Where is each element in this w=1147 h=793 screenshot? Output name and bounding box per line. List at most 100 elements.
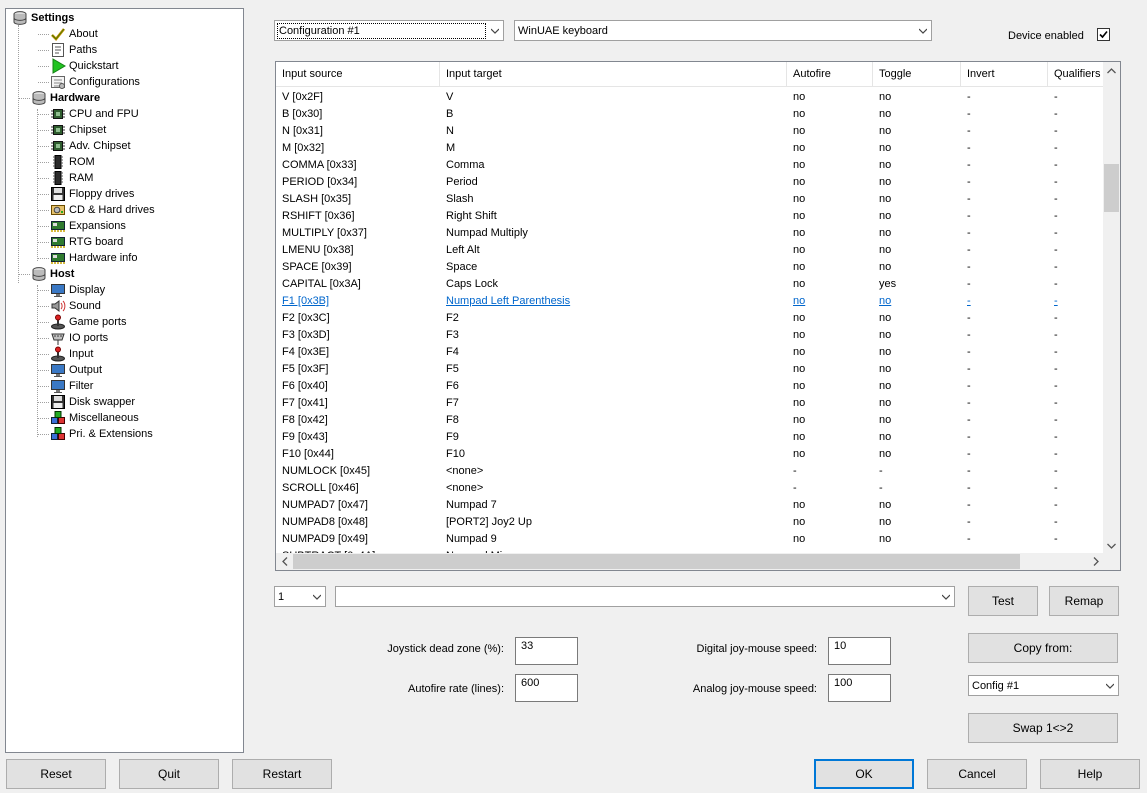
device-enabled-checkbox[interactable]: [1097, 28, 1110, 41]
table-cell-toggle: no: [879, 346, 892, 358]
settings-tree[interactable]: Settings About Paths Quickstart Configuratio…: [5, 8, 244, 753]
slot-select[interactable]: 1: [274, 586, 326, 607]
table-row[interactable]: F10 [0x44] F10 no no - -: [276, 446, 1104, 463]
tree-item-about[interactable]: About: [50, 26, 98, 42]
column-header-autofire[interactable]: Autofire: [787, 62, 873, 87]
tree-item-output[interactable]: Output: [50, 362, 102, 378]
restart-button[interactable]: Restart: [232, 759, 332, 789]
input-mapping-list[interactable]: Input source Input target Autofire Toggle In…: [275, 61, 1121, 571]
configuration-select[interactable]: Configuration #1: [274, 20, 504, 41]
vertical-scrollbar[interactable]: [1103, 62, 1120, 554]
table-row[interactable]: MULTIPLY [0x37] Numpad Multiply no no - -: [276, 225, 1104, 242]
autofire-rate-input[interactable]: 600: [515, 674, 578, 702]
table-row[interactable]: F2 [0x3C] F2 no no - -: [276, 310, 1104, 327]
table-cell-input-target: <none>: [446, 465, 484, 477]
tree-item-rtg-board[interactable]: RTG board: [50, 234, 123, 250]
scroll-down-icon[interactable]: [1103, 537, 1120, 554]
tree-item-io-ports[interactable]: IO ports: [50, 330, 108, 346]
column-header-qualifiers[interactable]: Qualifiers: [1048, 62, 1108, 87]
cancel-button[interactable]: Cancel: [927, 759, 1027, 789]
table-row[interactable]: RSHIFT [0x36] Right Shift no no - -: [276, 208, 1104, 225]
tree-item-adv-chipset[interactable]: Adv. Chipset: [50, 138, 131, 154]
tree-item-display[interactable]: Display: [50, 282, 105, 298]
tree-item-filter[interactable]: Filter: [50, 378, 93, 394]
tree-item-sound[interactable]: Sound: [50, 298, 101, 314]
tree-item-disk-swapper[interactable]: Disk swapper: [50, 394, 135, 410]
reset-button[interactable]: Reset: [6, 759, 106, 789]
swap-ports-button[interactable]: Swap 1<>2: [968, 713, 1118, 743]
tree-item-rom[interactable]: ROM: [50, 154, 95, 170]
scroll-left-icon[interactable]: [276, 553, 293, 570]
copy-from-select[interactable]: Config #1: [968, 675, 1119, 696]
table-row[interactable]: CAPITAL [0x3A] Caps Lock no yes - -: [276, 276, 1104, 293]
table-row[interactable]: F6 [0x40] F6 no no - -: [276, 378, 1104, 395]
table-row[interactable]: B [0x30] Bno no - -: [276, 106, 1104, 123]
test-button[interactable]: Test: [968, 586, 1038, 616]
tree-item-label: IO ports: [69, 332, 109, 344]
scroll-right-icon[interactable]: [1087, 553, 1104, 570]
event-select[interactable]: [335, 586, 955, 607]
table-cell-toggle: no: [879, 125, 892, 137]
column-header-input-target[interactable]: Input target: [440, 62, 787, 87]
table-row[interactable]: SCROLL [0x46] <none> - - - -: [276, 480, 1104, 497]
digital-joy-mouse-speed-input[interactable]: 10: [828, 637, 891, 665]
column-header-toggle[interactable]: Toggle: [873, 62, 961, 87]
table-row[interactable]: F1 [0x3B] Numpad Left Parenthesis no no - -: [276, 293, 1104, 310]
table-row[interactable]: V [0x2F] Vno no - -: [276, 89, 1104, 106]
table-cell-toggle: no: [879, 329, 892, 341]
analog-joy-mouse-speed-input[interactable]: 100: [828, 674, 891, 702]
tree-item-cd-hard-drives[interactable]: CD & Hard drives: [50, 202, 155, 218]
copy-from-button[interactable]: Copy from:: [968, 633, 1118, 663]
tree-item-hardware[interactable]: Hardware: [31, 90, 100, 106]
ok-button[interactable]: OK: [814, 759, 914, 789]
table-row[interactable]: F4 [0x3E] F4 no no - -: [276, 344, 1104, 361]
table-row[interactable]: M [0x32] Mno no - -: [276, 140, 1104, 157]
column-header-invert[interactable]: Invert: [961, 62, 1048, 87]
vertical-scroll-thumb[interactable]: [1104, 164, 1119, 212]
harddrive-icon: [50, 202, 66, 218]
table-row[interactable]: LMENU [0x38] Left Alt no no - -: [276, 242, 1104, 259]
expansion-card-icon: [50, 234, 66, 250]
joystick-dead-zone-input[interactable]: 33: [515, 637, 578, 665]
horizontal-scrollbar[interactable]: [276, 553, 1104, 570]
table-cell-toggle: no: [879, 499, 892, 511]
tree-item-paths[interactable]: Paths: [50, 42, 97, 58]
tree-item-miscellaneous[interactable]: Miscellaneous: [50, 410, 139, 426]
table-row[interactable]: F7 [0x41] F7 no no - -: [276, 395, 1104, 412]
table-row[interactable]: N [0x31] Nno no - -: [276, 123, 1104, 140]
tree-item-cpu-and-fpu[interactable]: CPU and FPU: [50, 106, 139, 122]
table-row[interactable]: F8 [0x42] F8 no no - -: [276, 412, 1104, 429]
table-row[interactable]: NUMPAD7 [0x47] Numpad 7 no no - -: [276, 497, 1104, 514]
scroll-up-icon[interactable]: [1103, 62, 1120, 79]
table-row[interactable]: F9 [0x43] F9 no no - -: [276, 429, 1104, 446]
table-row[interactable]: NUMPAD9 [0x49] Numpad 9 no no - -: [276, 531, 1104, 548]
tree-item-hardware-info[interactable]: Hardware info: [50, 250, 137, 266]
tree-item-pri-extensions[interactable]: Pri. & Extensions: [50, 426, 153, 442]
table-row[interactable]: F3 [0x3D] F3 no no - -: [276, 327, 1104, 344]
tree-item-expansions[interactable]: Expansions: [50, 218, 126, 234]
help-button[interactable]: Help: [1040, 759, 1140, 789]
device-select[interactable]: WinUAE keyboard: [514, 20, 932, 41]
tree-item-quickstart[interactable]: Quickstart: [50, 58, 119, 74]
checkmark-icon: [50, 26, 66, 42]
tree-item-chipset[interactable]: Chipset: [50, 122, 106, 138]
table-row[interactable]: COMMA [0x33] Comma no no - -: [276, 157, 1104, 174]
tree-item-input[interactable]: Input: [50, 346, 93, 362]
column-header-input-source[interactable]: Input source: [276, 62, 440, 87]
remap-button[interactable]: Remap: [1049, 586, 1119, 616]
horizontal-scroll-thumb[interactable]: [293, 554, 1020, 569]
quit-button[interactable]: Quit: [119, 759, 219, 789]
tree-item-ram[interactable]: RAM: [50, 170, 93, 186]
table-row[interactable]: SLASH [0x35] Slash no no - -: [276, 191, 1104, 208]
tree-item-floppy-drives[interactable]: Floppy drives: [50, 186, 134, 202]
tree-item-configurations[interactable]: Configurations: [50, 74, 140, 90]
table-row[interactable]: NUMLOCK [0x45] <none> - - - -: [276, 463, 1104, 480]
table-row[interactable]: NUMPAD8 [0x48] [PORT2] Joy2 Up no no - -: [276, 514, 1104, 531]
table-row[interactable]: PERIOD [0x34] Period no no - -: [276, 174, 1104, 191]
table-cell-invert: -: [967, 312, 971, 324]
table-row[interactable]: F5 [0x3F] F5 no no - -: [276, 361, 1104, 378]
tree-root-settings[interactable]: Settings: [12, 10, 74, 26]
tree-item-host[interactable]: Host: [31, 266, 74, 282]
tree-item-game-ports[interactable]: Game ports: [50, 314, 126, 330]
table-row[interactable]: SPACE [0x39] Space no no - -: [276, 259, 1104, 276]
